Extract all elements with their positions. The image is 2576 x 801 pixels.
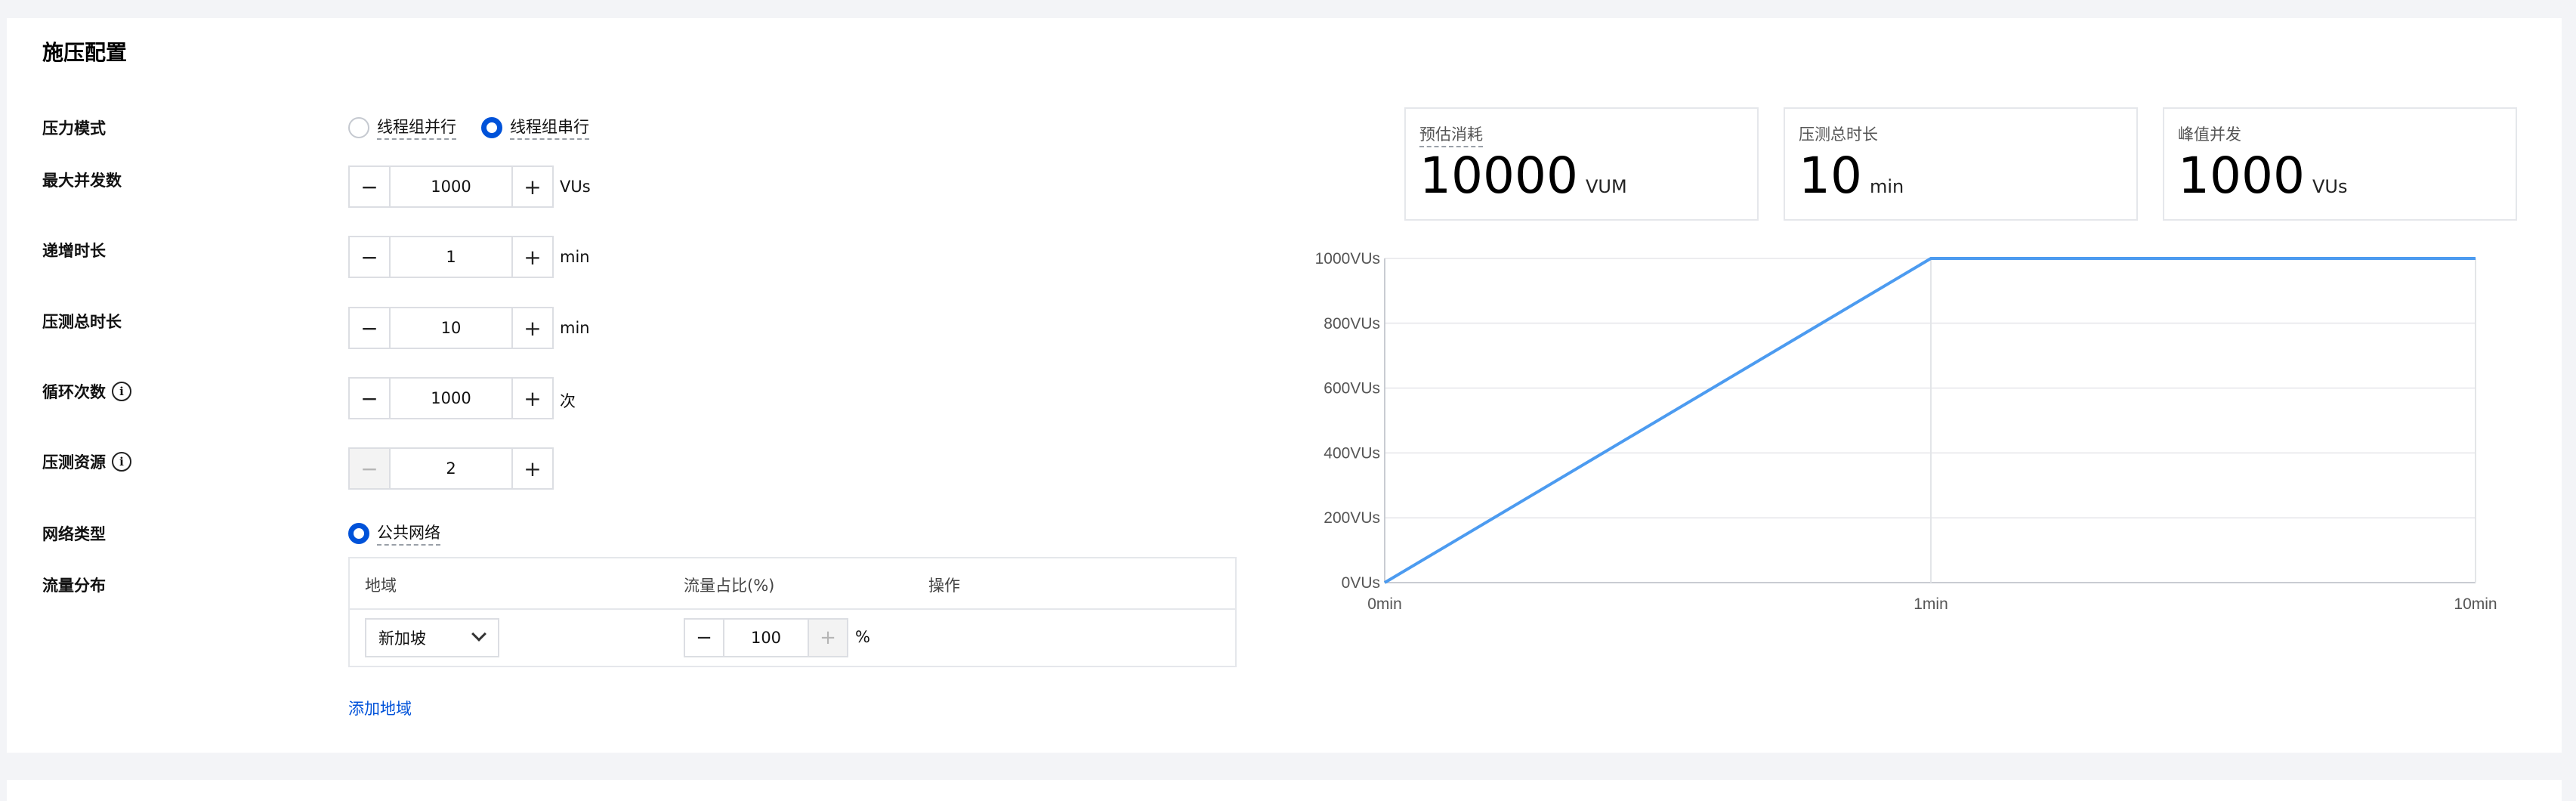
max-concurrency-label: 最大并发数: [42, 172, 122, 190]
total-duration-stepper: − 10 +: [348, 307, 554, 349]
radio-circle: [348, 116, 369, 138]
minus-icon[interactable]: −: [685, 620, 724, 656]
radio-label: 线程组串行: [510, 115, 589, 140]
unit-label: 次: [560, 392, 576, 410]
column-header: 流量占比(%): [684, 577, 775, 595]
plus-icon[interactable]: +: [511, 449, 552, 488]
stat-number: 10: [1799, 147, 1862, 205]
traffic-label: 流量分布: [42, 577, 106, 595]
plus-icon[interactable]: +: [511, 167, 552, 206]
region-value: 新加坡: [378, 629, 426, 648]
radio-public-network[interactable]: 公共网络: [348, 521, 440, 546]
stat-label: 压测总时长: [1799, 125, 1878, 144]
resources-stepper: − 2 +: [348, 447, 554, 490]
stat-value: 1000 VUs: [2178, 151, 2347, 201]
radio-label: 公共网络: [377, 521, 440, 546]
info-icon[interactable]: i: [112, 382, 131, 401]
plus-icon[interactable]: +: [808, 620, 847, 656]
info-icon[interactable]: i: [112, 452, 131, 472]
percent-stepper: − 100 +: [684, 618, 848, 657]
stepper-value[interactable]: 1000: [391, 167, 511, 206]
minus-icon[interactable]: −: [350, 237, 391, 277]
stat-unit: VUM: [1585, 176, 1627, 197]
column-header: 操作: [928, 577, 960, 595]
radio-parallel[interactable]: 线程组并行: [348, 115, 456, 140]
stat-card-duration: 压测总时长 10 min: [1784, 107, 2138, 221]
ramp-duration-label: 递增时长: [42, 242, 106, 260]
stat-value: 10 min: [1799, 151, 1904, 201]
minus-icon[interactable]: −: [350, 379, 391, 418]
plus-icon[interactable]: +: [511, 379, 552, 418]
minus-icon[interactable]: −: [350, 167, 391, 206]
table-header: 地域 流量占比(%) 操作: [350, 558, 1235, 610]
stat-number: 10000: [1419, 147, 1578, 205]
stepper-value[interactable]: 2: [391, 449, 511, 488]
stepper-value[interactable]: 10: [391, 308, 511, 348]
traffic-table: 地域 流量占比(%) 操作 新加坡 − 100 + %: [348, 557, 1237, 667]
ramp-duration-stepper: − 1 +: [348, 236, 554, 278]
stepper-value[interactable]: 1: [391, 237, 511, 277]
page-title: 施压配置: [42, 40, 128, 65]
radio-label: 线程组并行: [377, 115, 456, 140]
stat-unit: min: [1869, 176, 1904, 197]
plus-icon[interactable]: +: [511, 237, 552, 277]
plus-icon[interactable]: +: [511, 308, 552, 348]
stat-label: 峰值并发: [2178, 125, 2241, 144]
add-region-link[interactable]: 添加地域: [348, 697, 412, 719]
chevron-down-icon: [471, 626, 486, 642]
stepper-value[interactable]: 1000: [391, 379, 511, 418]
percent-unit: %: [855, 628, 870, 646]
stat-unit: VUs: [2312, 176, 2348, 197]
next-card: [7, 780, 2562, 801]
resources-label: 压测资源 i: [42, 450, 131, 473]
radio-circle-selected: [481, 116, 502, 138]
region-select[interactable]: 新加坡: [365, 618, 499, 657]
stat-number: 1000: [2178, 147, 2305, 205]
unit-label: min: [560, 319, 590, 337]
loop-count-text: 循环次数: [42, 383, 106, 401]
stat-label: 预估消耗: [1419, 122, 1483, 147]
unit-label: min: [560, 248, 590, 266]
loop-count-stepper: − 1000 +: [348, 377, 554, 419]
total-duration-label: 压测总时长: [42, 313, 122, 331]
resources-text: 压测资源: [42, 453, 106, 472]
stat-card-peak: 峰值并发 1000 VUs: [2163, 107, 2517, 221]
unit-label: VUs: [560, 178, 591, 196]
stat-value: 10000 VUM: [1419, 151, 1627, 201]
radio-serial[interactable]: 线程组串行: [481, 115, 589, 140]
stepper-value[interactable]: 100: [724, 620, 808, 656]
loop-count-label: 循环次数 i: [42, 380, 131, 403]
column-header: 地域: [365, 577, 397, 595]
max-concurrency-stepper: − 1000 +: [348, 165, 554, 208]
stat-card-cost: 预估消耗 10000 VUM: [1404, 107, 1759, 221]
pressure-mode-label: 压力模式: [42, 119, 106, 138]
radio-circle-selected: [348, 522, 369, 544]
network-type-label: 网络类型: [42, 525, 106, 543]
minus-icon[interactable]: −: [350, 308, 391, 348]
minus-icon[interactable]: −: [350, 449, 391, 488]
